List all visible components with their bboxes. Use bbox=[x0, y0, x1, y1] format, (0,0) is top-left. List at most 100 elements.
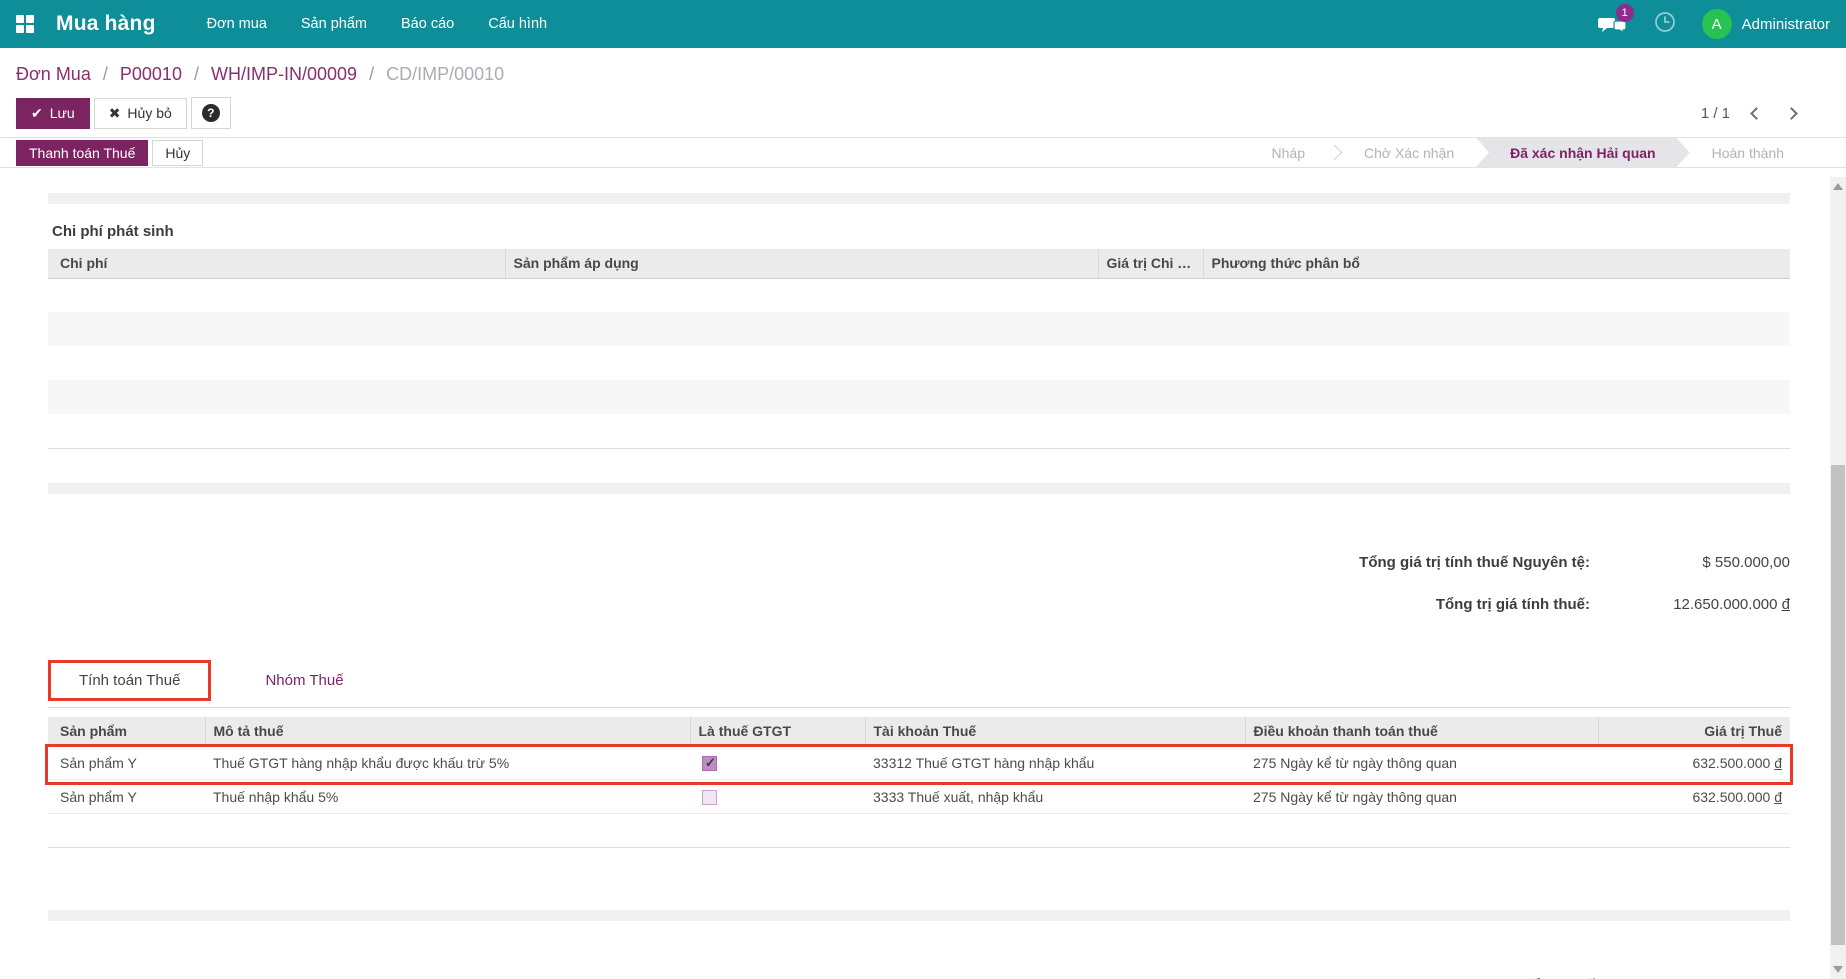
navbar-right: 1 A Administrator bbox=[1597, 4, 1830, 39]
original-currency-total: Tổng giá trị tính thuế Nguyên tệ: $ 550.… bbox=[48, 542, 1790, 584]
scrollbar-thumb[interactable] bbox=[1831, 465, 1845, 945]
user-name: Administrator bbox=[1741, 15, 1830, 33]
costs-col-san-pham-ap-dung[interactable]: Sản phẩm áp dụng bbox=[505, 249, 1099, 279]
costs-empty-row[interactable] bbox=[48, 312, 1790, 346]
table-stripe bbox=[48, 482, 1790, 494]
currency-symbol: đ bbox=[1774, 788, 1782, 805]
save-button[interactable]: ✔ Lưu bbox=[16, 97, 90, 129]
costs-col-gia-tri[interactable]: Giá trị Chi phí... bbox=[1098, 249, 1204, 279]
cell-amount[interactable]: 632.500.000 đ bbox=[1598, 779, 1790, 814]
apps-grid-icon[interactable] bbox=[16, 15, 34, 33]
tax-col-gia-tri[interactable]: Giá trị Thuế bbox=[1598, 716, 1790, 746]
tab-tinh-toan-thue[interactable]: Tính toán Thuế bbox=[51, 663, 208, 698]
discard-button-label: Hủy bỏ bbox=[127, 105, 172, 121]
menu-san-pham[interactable]: Sản phẩm bbox=[284, 0, 384, 48]
costs-col-chi-phi[interactable]: Chi phí bbox=[48, 249, 506, 279]
vat-checkbox[interactable] bbox=[702, 755, 717, 771]
avatar: A bbox=[1701, 9, 1732, 39]
vat-checkbox[interactable] bbox=[702, 789, 717, 805]
cell-description[interactable]: Thuế nhập khẩu 5% bbox=[205, 779, 690, 814]
pager-arrows bbox=[1750, 106, 1798, 120]
pager-next-icon[interactable] bbox=[1785, 106, 1798, 120]
scroll-down-icon[interactable] bbox=[1833, 966, 1843, 973]
messages-icon[interactable]: 1 bbox=[1597, 4, 1634, 36]
user-menu[interactable]: A Administrator bbox=[1701, 9, 1830, 39]
tax-col-mo-ta[interactable]: Mô tả thuế bbox=[205, 716, 691, 746]
menu-cau-hinh[interactable]: Cấu hình bbox=[471, 0, 564, 48]
menu-bao-cao[interactable]: Báo cáo bbox=[384, 0, 471, 48]
costs-col-phuong-thuc[interactable]: Phương thức phân bổ bbox=[1203, 249, 1790, 279]
tax-empty-row[interactable] bbox=[48, 814, 1790, 848]
tax-col-tai-khoan[interactable]: Tài khoản Thuế bbox=[865, 716, 1246, 746]
help-button[interactable]: ? bbox=[190, 97, 231, 129]
statusbar: Thanh toán Thuế Hủy Nháp Chờ Xác nhận Đã… bbox=[0, 137, 1846, 168]
breadcrumb-p00010[interactable]: P00010 bbox=[120, 64, 182, 84]
step-da-xac-nhan-hai-quan[interactable]: Đã xác nhận Hải quan bbox=[1476, 138, 1689, 167]
currency-symbol: đ bbox=[1774, 754, 1782, 771]
cell-payment-term[interactable]: 275 Ngày kể từ ngày thông quan bbox=[1245, 779, 1598, 814]
top-navbar: Mua hàng Đơn mua Sản phẩm Báo cáo Cấu hì… bbox=[0, 0, 1846, 48]
step-nhap[interactable]: Nháp bbox=[1250, 138, 1327, 167]
messages-badge: 1 bbox=[1615, 4, 1634, 22]
step-hoan-thanh[interactable]: Hoàn thành bbox=[1690, 138, 1806, 167]
button-row: ✔ Lưu ✖ Hủy bỏ ? 1 / 1 bbox=[16, 97, 1798, 129]
main-menu: Đơn mua Sản phẩm Báo cáo Cấu hình bbox=[190, 0, 564, 48]
red-annotation-box: Tính toán Thuế bbox=[48, 659, 212, 701]
control-panel: Đơn Mua / P00010 / WH/IMP-IN/00009 / CD/… bbox=[0, 48, 1846, 137]
tax-table: Sản phẩm Mô tả thuế Là thuế GTGT Tài kho… bbox=[48, 716, 1790, 848]
cell-account[interactable]: 33312 Thuế GTGT hàng nhập khẩu bbox=[865, 745, 1245, 780]
cell-is-vat bbox=[690, 745, 865, 780]
app-name[interactable]: Mua hàng bbox=[56, 12, 156, 36]
breadcrumb-wh-imp-in[interactable]: WH/IMP-IN/00009 bbox=[211, 64, 357, 84]
cell-description[interactable]: Thuế GTGT hàng nhập khẩu được khấu trừ 5… bbox=[205, 745, 690, 780]
tax-row-1[interactable]: Sản phẩm Y Thuế GTGT hàng nhập khẩu được… bbox=[48, 745, 1790, 780]
vertical-scrollbar[interactable] bbox=[1830, 177, 1846, 979]
tax-base-total: Tổng trị giá tính thuế: 12.650.000.000 đ bbox=[48, 584, 1790, 626]
cell-product[interactable]: Sản phẩm Y bbox=[48, 745, 205, 780]
breadcrumb-current: CD/IMP/00010 bbox=[386, 64, 505, 84]
tax-base-totals: Tổng giá trị tính thuế Nguyên tệ: $ 550.… bbox=[48, 542, 1790, 626]
cell-amount[interactable]: 632.500.000 đ bbox=[1598, 745, 1790, 780]
save-button-label: Lưu bbox=[49, 105, 75, 121]
breadcrumb-separator: / bbox=[193, 64, 199, 84]
costs-empty-row[interactable] bbox=[48, 414, 1790, 448]
menu-don-mua[interactable]: Đơn mua bbox=[190, 0, 284, 48]
scroll-up-icon[interactable] bbox=[1833, 183, 1843, 190]
cell-account[interactable]: 3333 Thuế xuất, nhập khẩu bbox=[865, 779, 1245, 814]
costs-empty-row[interactable] bbox=[48, 278, 1790, 312]
step-separator-icon bbox=[1326, 144, 1343, 161]
tax-header-row: Sản phẩm Mô tả thuế Là thuế GTGT Tài kho… bbox=[48, 716, 1790, 746]
form-sheet: Chi phí phát sinh Chi phí Sản phẩm áp dụ… bbox=[0, 193, 1846, 979]
notebook-tabs: Tính toán Thuế Nhóm Thuế bbox=[48, 654, 1790, 708]
pay-tax-button[interactable]: Thanh toán Thuế bbox=[16, 139, 149, 166]
breadcrumb-don-mua[interactable]: Đơn Mua bbox=[16, 64, 91, 84]
step-cho-xac-nhan[interactable]: Chờ Xác nhận bbox=[1342, 138, 1476, 167]
original-total-label: Tổng giá trị tính thuế Nguyên tệ: bbox=[1359, 554, 1590, 571]
original-total-value: $ 550.000,00 bbox=[1702, 554, 1790, 571]
tax-grand-total: Tổng thuế: 1.265.000.000 đ bbox=[48, 965, 1790, 979]
tax-row-2[interactable]: Sản phẩm Y Thuế nhập khẩu 5% 3333 Thuế x… bbox=[48, 779, 1790, 814]
cell-payment-term[interactable]: 275 Ngày kể từ ngày thông quan bbox=[1245, 745, 1598, 780]
costs-section-title: Chi phí phát sinh bbox=[52, 223, 174, 240]
breadcrumb-separator: / bbox=[369, 64, 375, 84]
costs-empty-row[interactable] bbox=[48, 346, 1790, 380]
activities-clock-icon[interactable] bbox=[1654, 11, 1676, 38]
cancel-button[interactable]: Hủy bbox=[152, 139, 204, 166]
cell-product[interactable]: Sản phẩm Y bbox=[48, 779, 205, 814]
breadcrumb: Đơn Mua / P00010 / WH/IMP-IN/00009 / CD/… bbox=[16, 64, 1796, 85]
tax-base-value: 12.650.000.000 đ bbox=[1673, 596, 1790, 613]
tab-nhom-thue[interactable]: Nhóm Thuế bbox=[237, 663, 371, 698]
table-stripe bbox=[48, 193, 1790, 204]
tax-col-san-pham[interactable]: Sản phẩm bbox=[48, 716, 206, 746]
tax-col-dieu-khoan[interactable]: Điều khoản thanh toán thuế bbox=[1245, 716, 1599, 746]
pager-value: 1 / 1 bbox=[1700, 104, 1730, 122]
costs-empty-row[interactable] bbox=[48, 380, 1790, 414]
status-steps: Nháp Chờ Xác nhận Đã xác nhận Hải quan H… bbox=[1250, 138, 1806, 167]
pager-previous-icon[interactable] bbox=[1750, 106, 1763, 120]
discard-button[interactable]: ✖ Hủy bỏ bbox=[93, 97, 187, 129]
pager: 1 / 1 bbox=[1700, 104, 1798, 122]
tax-col-la-thue-gtgt[interactable]: Là thuế GTGT bbox=[690, 716, 866, 746]
table-stripe bbox=[48, 910, 1790, 921]
